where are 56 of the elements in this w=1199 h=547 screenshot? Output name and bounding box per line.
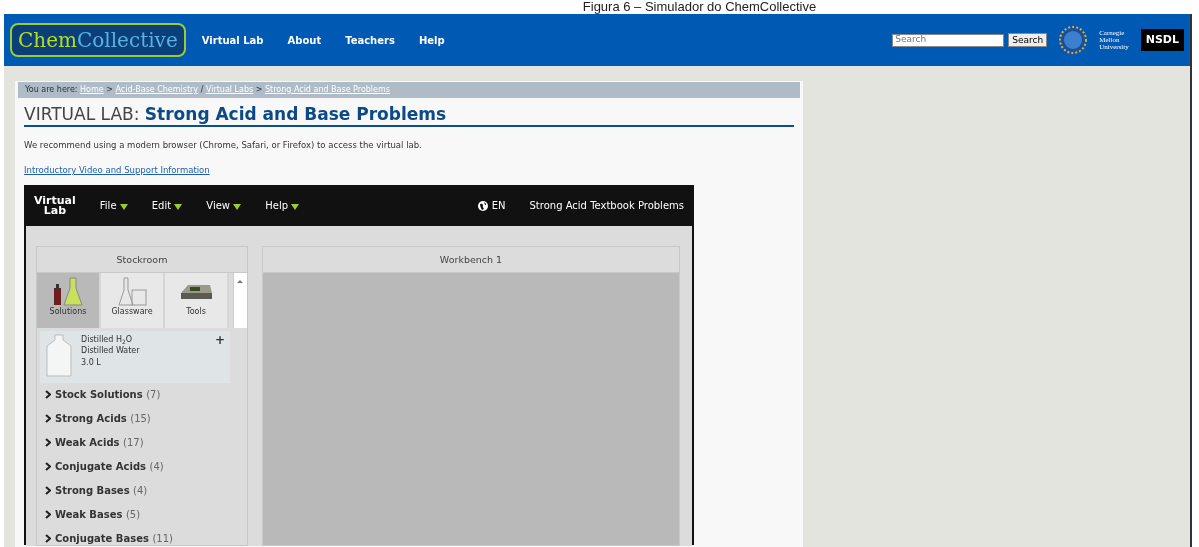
breadcrumb-separator: > <box>255 85 263 94</box>
figure-caption: Figura 6 – Simulador do ChemCollective <box>581 0 818 14</box>
add-button[interactable]: + <box>214 334 225 381</box>
menu-item[interactable]: File <box>99 198 128 214</box>
bottle-and-flask-icon <box>53 277 83 307</box>
globe-icon <box>477 200 488 211</box>
stockroom-tab[interactable]: Tools <box>165 273 229 329</box>
category-item[interactable]: Strong Acids (15) <box>37 407 233 432</box>
seal-logo-icon <box>1059 26 1088 54</box>
chevron-icon <box>45 414 51 424</box>
chevron-icon <box>45 390 51 400</box>
category-item[interactable]: Weak Bases (5) <box>37 503 233 528</box>
support-link[interactable]: Introductory Video and Support Information <box>24 164 210 177</box>
glassware-icon <box>117 277 147 307</box>
search-field[interactable]: Search <box>892 33 1005 47</box>
menu-item[interactable]: Help <box>265 198 300 214</box>
page-title: VIRTUAL LAB: Strong Acid and Base Problems <box>24 104 794 128</box>
category-item[interactable]: Conjugate Bases (11) <box>37 527 233 547</box>
nav-link[interactable]: Help <box>418 32 445 48</box>
stockroom-tab[interactable]: Glassware <box>101 273 165 329</box>
site-logo[interactable]: ChemCollective <box>10 23 186 57</box>
caret-icon <box>119 203 128 210</box>
nav-link[interactable]: Virtual Lab <box>201 32 264 48</box>
caret-icon <box>233 203 242 210</box>
caret-icon <box>291 203 300 210</box>
nav-link[interactable]: About <box>287 32 322 48</box>
app-logo[interactable]: Virtual Lab <box>34 196 76 215</box>
chevron-icon <box>45 486 51 496</box>
scale-icon <box>179 284 213 301</box>
category-item[interactable]: Stock Solutions (7) <box>37 383 233 408</box>
solution-name: Distilled H$_{2}$O <box>81 334 134 346</box>
category-item[interactable]: Conjugate Acids (4) <box>37 455 233 480</box>
search-button[interactable]: Search <box>1008 33 1048 47</box>
caret-icon <box>174 203 183 210</box>
chevron-icon <box>45 510 51 520</box>
library-logo: NSDL <box>1140 28 1184 52</box>
breadcrumb-label: You are here: <box>25 85 78 94</box>
chevron-icon <box>45 438 51 448</box>
category-item[interactable]: Weak Acids (17) <box>37 431 233 456</box>
menu-item[interactable]: Edit <box>151 198 183 214</box>
solution-description: Distilled Water <box>81 345 141 357</box>
problem-title[interactable]: Strong Acid Textbook Problems <box>529 198 684 214</box>
solution-volume: 3.0 L <box>81 356 102 368</box>
chevron-icon <box>45 462 51 472</box>
category-item[interactable]: Strong Bases (4) <box>37 479 233 504</box>
jug-icon <box>45 334 73 379</box>
browser-notice: We recommend using a modern browser (Chrome, Safari, or Firefox) to access the virtual lab. <box>24 139 423 153</box>
stockroom-tab[interactable]: Solutions <box>37 273 101 329</box>
solution-card[interactable]: Distilled H$_{2}$O Distilled Water 3.0 L + <box>40 331 230 384</box>
menu-item[interactable]: View <box>206 198 242 214</box>
nav-link[interactable]: Teachers <box>345 32 395 48</box>
breadcrumb-separator: / <box>200 85 204 94</box>
breadcrumb-separator: > <box>106 85 113 94</box>
language-selector[interactable]: EN <box>477 198 506 214</box>
scrollbar[interactable] <box>233 273 247 329</box>
chevron-icon <box>45 534 51 544</box>
